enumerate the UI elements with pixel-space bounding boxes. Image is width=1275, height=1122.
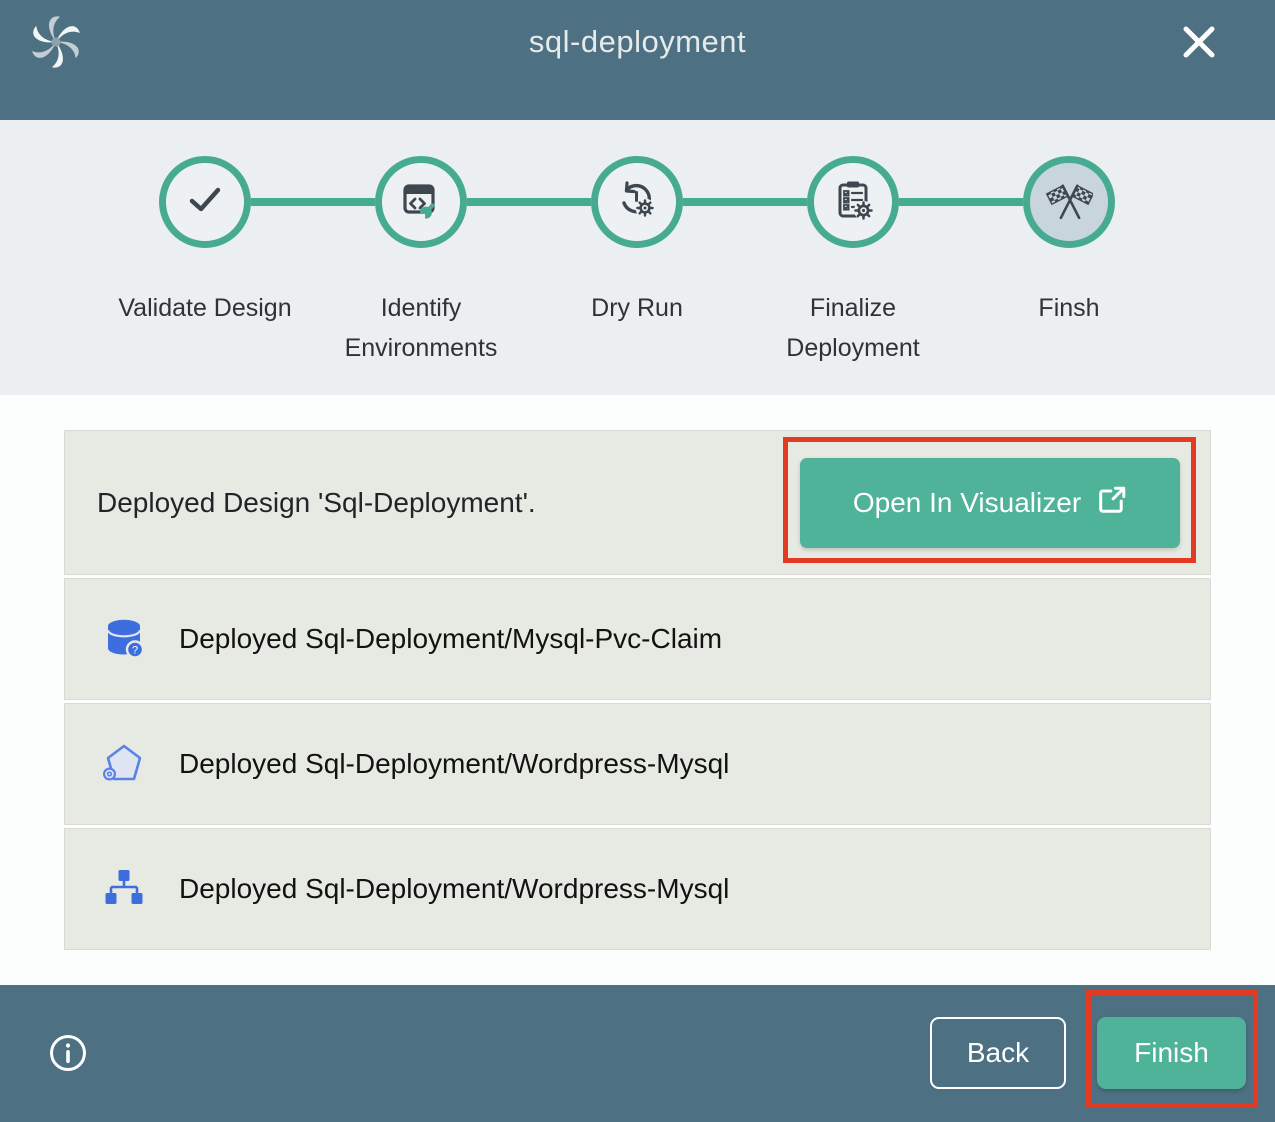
step-circle xyxy=(591,156,683,248)
step-label: Dry Run xyxy=(529,288,745,328)
external-link-icon xyxy=(1097,485,1127,522)
dry-run-history-gear-icon xyxy=(615,178,659,227)
svg-text:?: ? xyxy=(132,645,138,657)
clipboard-gear-icon xyxy=(831,178,875,227)
result-row-wordpress-mysql-service: Deployed Sql-Deployment/Wordpress-Mysql xyxy=(64,703,1211,825)
step-label: Validate Design xyxy=(97,288,313,328)
database-icon: ? xyxy=(101,616,147,662)
step-circle xyxy=(159,156,251,248)
open-in-visualizer-button[interactable]: Open In Visualizer xyxy=(800,458,1180,548)
step-circle xyxy=(375,156,467,248)
service-pentagon-icon xyxy=(101,741,147,787)
result-text: Deployed Sql-Deployment/Wordpress-Mysql xyxy=(179,748,729,780)
result-row-wordpress-mysql-topology: Deployed Sql-Deployment/Wordpress-Mysql xyxy=(64,828,1211,950)
wizard-stepper: Validate Design Ident xyxy=(0,120,1275,395)
step-circle xyxy=(1023,156,1115,248)
step-label: Finsh xyxy=(961,288,1177,328)
result-text: Deployed Sql-Deployment/Mysql-Pvc-Claim xyxy=(179,623,722,655)
code-wrench-icon xyxy=(399,178,443,227)
step-circle xyxy=(807,156,899,248)
result-row-mysql-pvc-claim: ? Deployed Sql-Deployment/Mysql-Pvc-Clai… xyxy=(64,578,1211,700)
topology-icon xyxy=(101,866,147,912)
deployment-wizard-dialog: sql-deployment Validate Design xyxy=(0,0,1275,1122)
dialog-title: sql-deployment xyxy=(0,24,1275,60)
checkered-flags-icon xyxy=(1045,176,1093,229)
step-label: Identify Environments xyxy=(313,288,529,368)
step-identify-environments[interactable]: Identify Environments xyxy=(313,120,529,368)
dialog-footer xyxy=(0,985,1275,1122)
info-icon[interactable] xyxy=(48,1033,88,1073)
check-icon xyxy=(183,178,227,227)
step-finalize-deployment[interactable]: Finalize Deployment xyxy=(745,120,961,368)
step-validate-design[interactable]: Validate Design xyxy=(97,120,313,328)
result-text: Deployed Sql-Deployment/Wordpress-Mysql xyxy=(179,873,729,905)
summary-text: Deployed Design 'Sql-Deployment'. xyxy=(97,487,536,519)
step-finish[interactable]: Finsh xyxy=(961,120,1177,328)
step-label: Finalize Deployment xyxy=(745,288,961,368)
open-in-visualizer-label: Open In Visualizer xyxy=(853,487,1081,519)
dialog-header: sql-deployment xyxy=(0,0,1275,120)
close-icon[interactable] xyxy=(1179,22,1219,62)
step-dry-run[interactable]: Dry Run xyxy=(529,120,745,328)
finish-button[interactable]: Finish xyxy=(1097,1017,1246,1089)
back-button[interactable]: Back xyxy=(930,1017,1066,1089)
